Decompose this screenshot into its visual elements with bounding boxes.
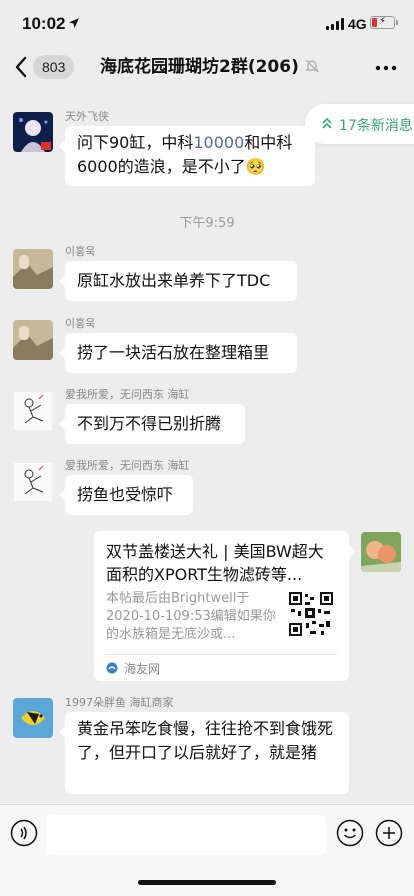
message-bubble[interactable]: 不到万不得已别折腾 — [59, 404, 245, 444]
sender-name: 爱我所爱，无问西东 海缸 — [65, 388, 190, 401]
message-text: 不到万不得已别折腾 — [77, 414, 222, 433]
avatar[interactable] — [13, 112, 53, 152]
nav-bar: 803 海底花园珊瑚坊2群(206) — [0, 48, 414, 88]
message-bubble[interactable]: 问下90缸，中科10000和中科6000的造浪，是不小了🥺 — [59, 126, 315, 186]
message-bubble[interactable]: 捞了一块活石放在整理箱里 — [59, 333, 297, 373]
sender-name: 爱我所爱，无问西东 海缸 — [65, 459, 190, 472]
sender-name: 이홍욱 — [65, 245, 96, 258]
site-source-icon — [106, 662, 118, 674]
sender-name: 1997朵胖鱼 海缸商家 — [65, 696, 174, 709]
location-arrow-icon — [69, 18, 79, 28]
status-time: 10:02 — [22, 14, 66, 33]
message-bubble[interactable]: 捞鱼也受惊吓 — [59, 475, 193, 515]
avatar[interactable] — [13, 391, 53, 431]
link-card-divider — [106, 654, 337, 655]
message-text: 捞鱼也受惊吓 — [77, 485, 174, 504]
back-chevron-icon[interactable] — [12, 54, 30, 80]
sender-name: 이홍욱 — [65, 317, 96, 330]
qr-code-image — [288, 591, 334, 637]
message-text: 问下90缸，中科 — [77, 133, 194, 152]
back-unread-count[interactable]: 803 — [33, 55, 75, 79]
more-options-icon[interactable] — [374, 58, 398, 78]
phone-number-link[interactable]: 10000 — [193, 133, 244, 152]
double-chevron-up-icon — [322, 117, 332, 129]
link-card[interactable]: 双节盖楼送大礼 | 美国BW超大面积的XPORT生物滤砖等... 本帖最后由Br… — [94, 531, 355, 681]
pleading-emoji: 🥺 — [245, 157, 266, 176]
link-card-source: 海友网 — [124, 662, 161, 676]
self-avatar[interactable] — [361, 532, 401, 572]
plus-icon[interactable] — [375, 819, 403, 847]
message-bubble[interactable]: 原缸水放出来单养下了TDC — [59, 261, 297, 301]
sender-name: 天外飞侠 — [65, 110, 109, 123]
mute-bell-icon — [305, 59, 319, 73]
time-divider: 下午9:59 — [179, 216, 235, 231]
avatar[interactable] — [13, 249, 53, 289]
voice-input-icon[interactable] — [10, 819, 38, 847]
avatar[interactable] — [13, 698, 53, 738]
battery-tip — [396, 20, 398, 25]
avatar[interactable] — [13, 462, 53, 502]
network-type: 4G — [348, 16, 367, 32]
message-input[interactable] — [47, 815, 326, 855]
home-indicator[interactable] — [138, 880, 276, 885]
new-messages-button[interactable]: 17条新消息 — [305, 104, 414, 144]
message-text: 原缸水放出来单养下了TDC — [77, 271, 271, 290]
message-text: 黄金吊笨吃食慢，往往抢不到食饿死了，但开口了以后就好了，就是猪 — [77, 719, 334, 762]
battery-icon: ⚡ — [370, 16, 395, 29]
link-card-description: 本帖最后由Brightwell于2020-10-109:53编辑如果你的水族箱是… — [106, 591, 276, 642]
signal-strength-icon — [326, 18, 344, 30]
link-card-title: 双节盖楼送大礼 | 美国BW超大面积的XPORT生物滤砖等... — [106, 542, 324, 584]
message-text: 捞了一块活石放在整理箱里 — [77, 343, 270, 362]
avatar[interactable] — [13, 320, 53, 360]
message-bubble[interactable]: 黄金吊笨吃食慢，往往抢不到食饿死了，但开口了以后就好了，就是猪 — [59, 712, 349, 794]
chat-title: 海底花园珊瑚坊2群(206) — [100, 57, 299, 77]
new-messages-label: 17条新消息 — [339, 118, 413, 134]
status-bar: 10:02 4G ⚡ — [0, 0, 414, 48]
emoji-icon[interactable] — [336, 819, 364, 847]
